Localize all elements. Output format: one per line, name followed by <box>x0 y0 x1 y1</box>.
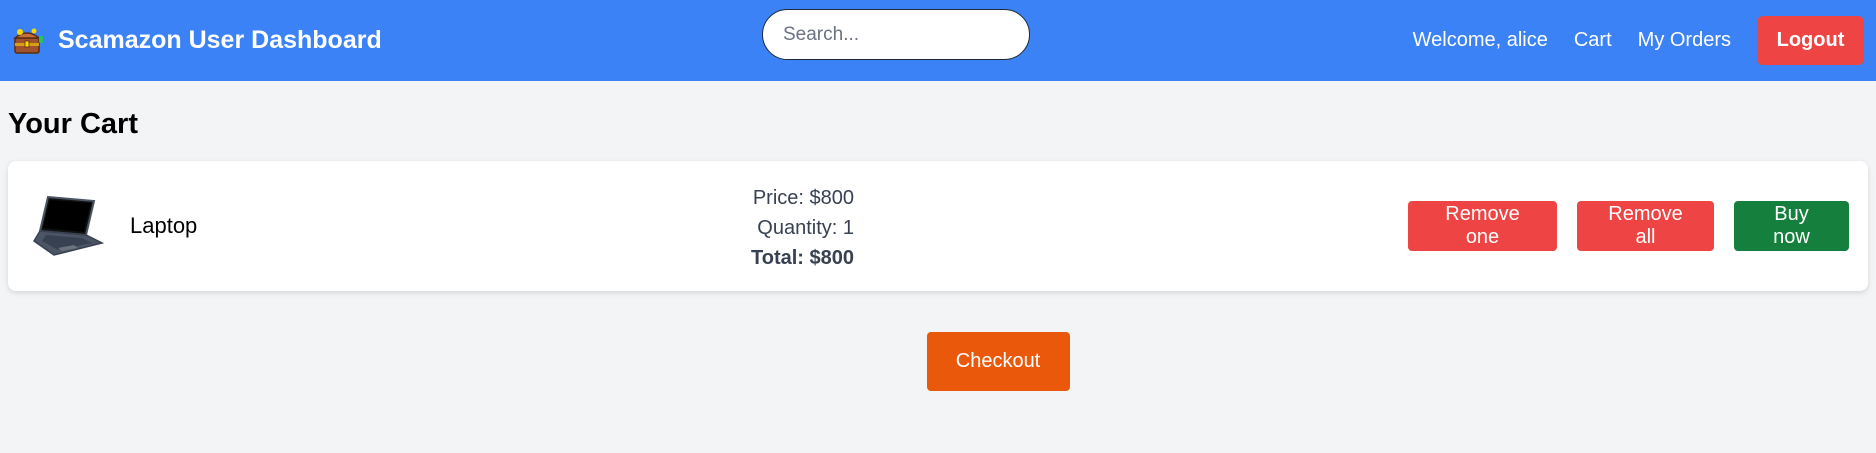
item-total: Total: $800 <box>751 247 854 269</box>
search-input[interactable] <box>762 9 1030 60</box>
page-title: Your Cart <box>8 108 138 140</box>
product-name: Laptop <box>130 213 198 238</box>
cart-item: Laptop Price: $800 Quantity: 1 Total: $8… <box>8 161 1868 291</box>
buy-now-button[interactable]: Buy now <box>1734 201 1849 251</box>
top-nav-bar: Scamazon User Dashboard Welcome, alice C… <box>0 0 1876 81</box>
price-summary: Price: $800 Quantity: 1 Total: $800 <box>751 183 854 273</box>
checkout-button[interactable]: Checkout <box>926 332 1070 391</box>
item-actions: Remove one Remove all Buy now <box>1408 201 1849 251</box>
remove-one-button[interactable]: Remove one <box>1408 201 1557 251</box>
search-container <box>762 9 1030 60</box>
remove-all-button[interactable]: Remove all <box>1577 201 1714 251</box>
item-price: Price: $800 <box>752 187 854 209</box>
nav-link-my-orders[interactable]: My Orders <box>1638 29 1731 52</box>
checkout-container: Checkout <box>8 332 1868 391</box>
app-title: Scamazon User Dashboard <box>58 26 382 54</box>
brand: Scamazon User Dashboard <box>12 26 382 56</box>
welcome-text: Welcome, alice <box>1412 29 1548 51</box>
nav-link-cart[interactable]: Cart <box>1574 29 1612 52</box>
header-nav: Welcome, alice Cart My Orders Logout <box>1413 16 1864 65</box>
item-quantity: Quantity: 1 <box>757 217 854 239</box>
main-content: Your Cart Laptop Price: $800 Quantity: 1… <box>0 105 1876 391</box>
logout-button[interactable]: Logout <box>1757 16 1864 65</box>
treasure-chest-logo-icon[interactable] <box>12 26 44 56</box>
laptop-icon <box>32 193 105 259</box>
